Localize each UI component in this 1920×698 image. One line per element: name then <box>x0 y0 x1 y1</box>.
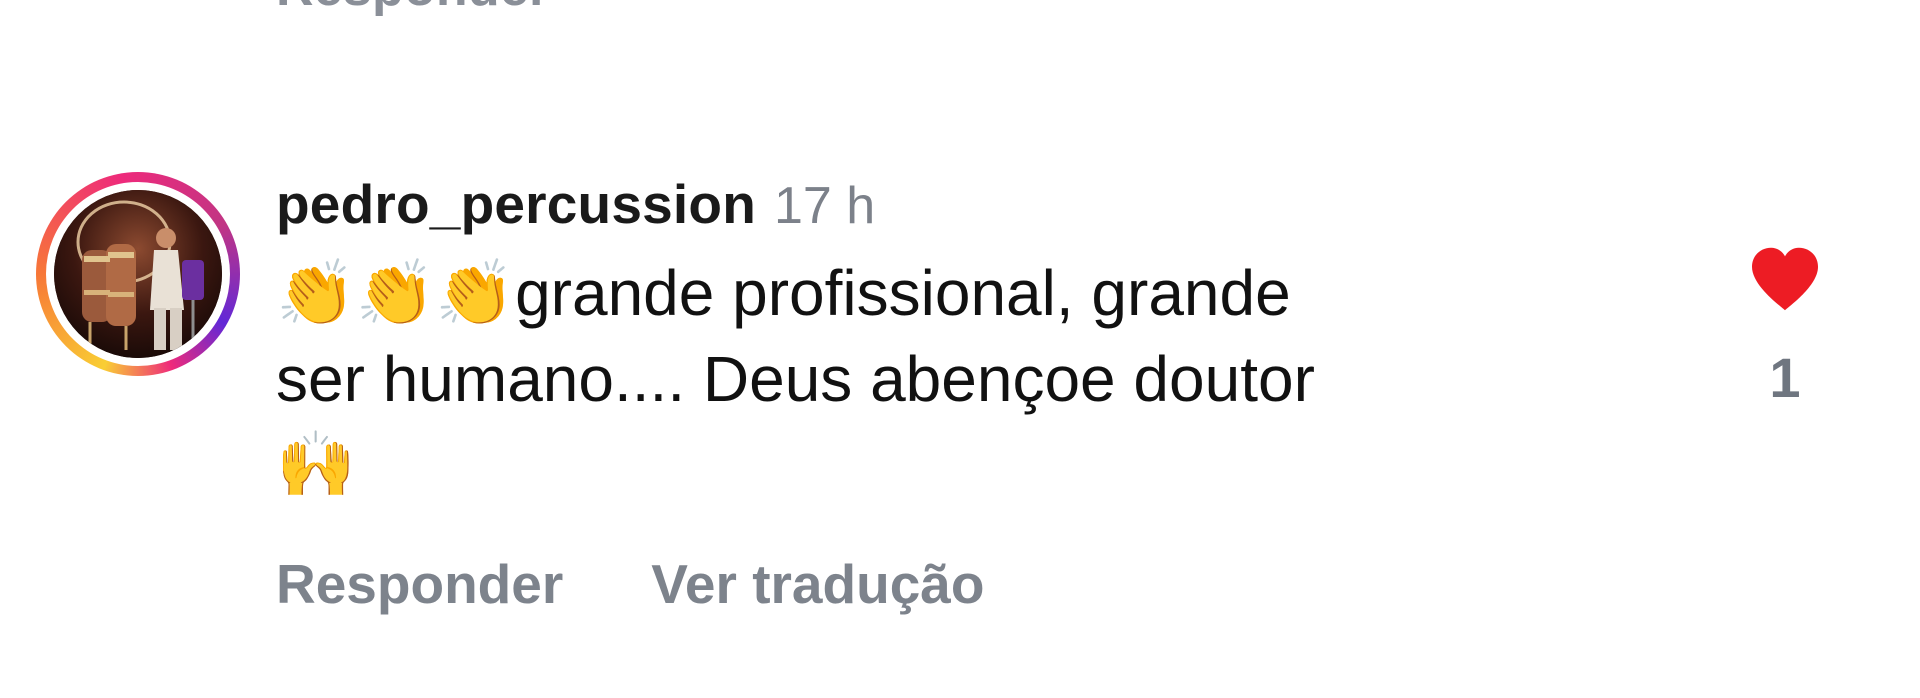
raised-hands-emoji: 🙌 <box>276 428 356 502</box>
like-area: 1 <box>1740 246 1830 406</box>
username-link[interactable]: pedro_percussion <box>276 172 756 236</box>
avatar-photo <box>54 190 222 358</box>
like-count[interactable]: 1 <box>1769 350 1800 406</box>
see-translation-button[interactable]: Ver tradução <box>651 552 984 616</box>
comment-text: 👏👏👏grande profissional, grande ser human… <box>276 250 1576 508</box>
avatar-ring-gap <box>46 182 230 366</box>
comment-actions: Responder Ver tradução <box>276 552 984 616</box>
reply-button[interactable]: Responder <box>276 552 563 616</box>
comment-text-line: ser humano.... Deus abençoe doutor <box>276 343 1315 415</box>
avatar-story-ring[interactable] <box>36 172 240 376</box>
heart-icon[interactable] <box>1743 246 1827 312</box>
avatar[interactable] <box>54 190 222 358</box>
comment: pedro_percussion 17 h 👏👏👏grande profissi… <box>0 0 1920 698</box>
comment-header: pedro_percussion 17 h <box>276 172 875 242</box>
comment-timestamp: 17 h <box>774 177 876 235</box>
comment-text-line: 👏👏👏grande profissional, grande <box>276 257 1291 329</box>
